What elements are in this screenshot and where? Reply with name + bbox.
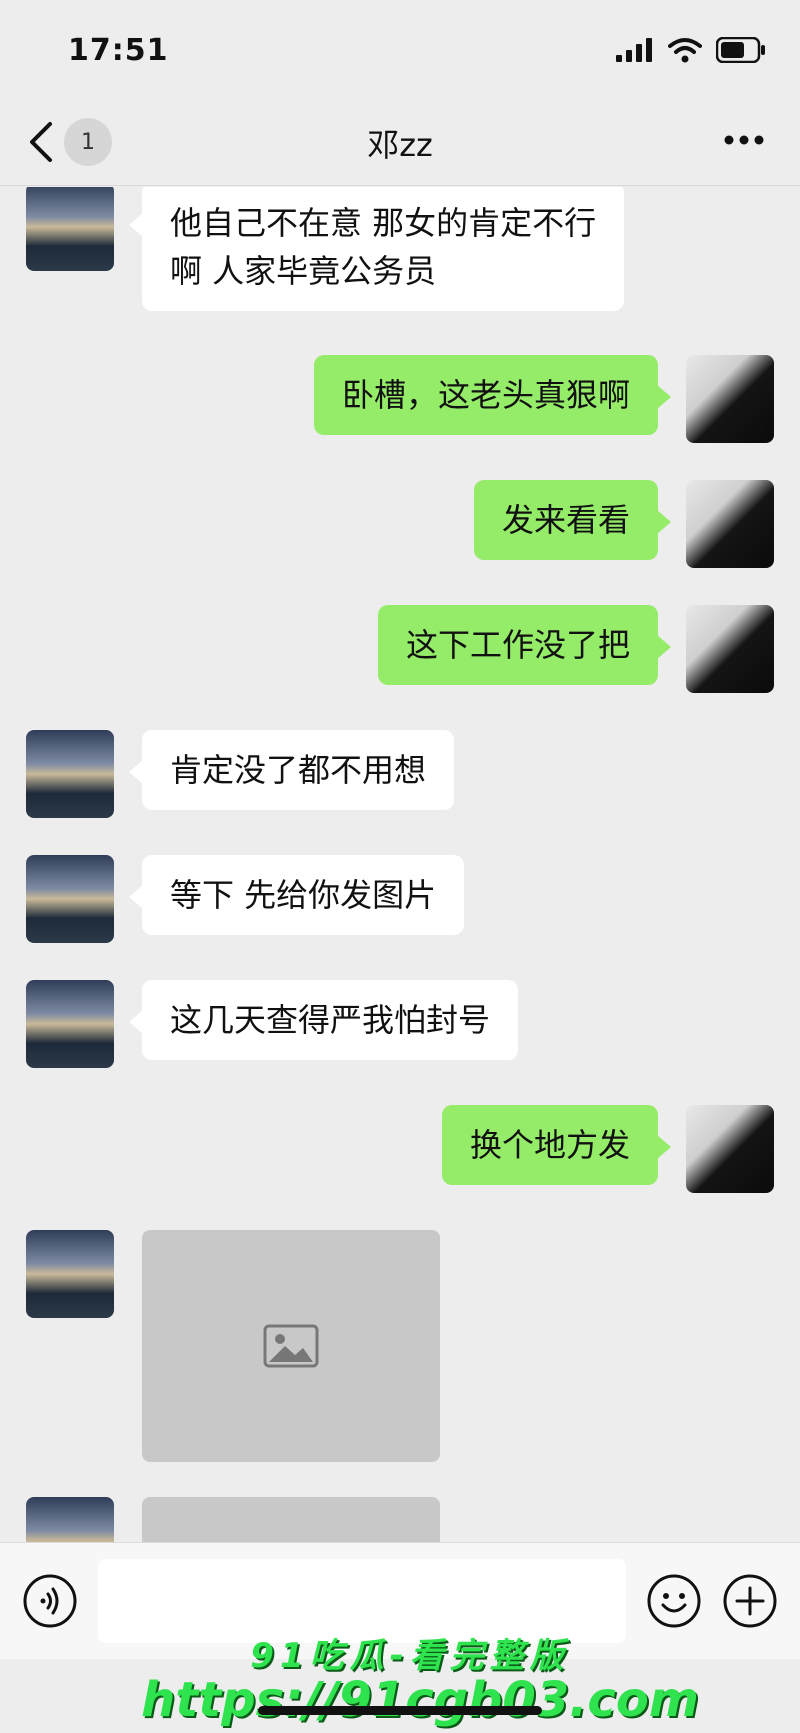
watermark-line-1: 91吃瓜-看完整版 [250,1636,570,1676]
home-indicator [258,1706,542,1715]
message-list[interactable]: 他自己不在意 那女的肯定不行 啊 人家毕竟公务员 卧槽，这老头真狠啊 发来看看 … [0,187,800,1542]
message-item: 卧槽，这老头真狠啊 [313,355,774,443]
contact-avatar[interactable] [26,1497,114,1542]
contact-avatar[interactable] [26,187,114,271]
message-bubble[interactable]: 换个地方发 [441,1105,672,1185]
message-item: 这下工作没了把 [377,605,774,693]
chat-header: 1 邓zz [0,100,800,186]
chevron-left-icon [30,122,52,162]
contact-avatar[interactable] [26,980,114,1068]
self-avatar[interactable] [686,1105,774,1193]
status-icons [616,37,766,63]
message-bubble[interactable]: 卧槽，这老头真狠啊 [313,355,672,435]
self-avatar[interactable] [686,355,774,443]
message-item: 换个地方发 [441,1105,774,1193]
message-bubble[interactable]: 肯定没了都不用想 [128,730,455,810]
message-item: 肯定没了都不用想 [26,730,455,818]
voice-icon [23,1574,77,1628]
battery-icon [716,37,765,63]
chat-title: 邓zz [367,125,433,164]
plus-circle-icon [723,1574,777,1628]
image-icon [263,1324,319,1368]
message-bubble[interactable]: 这下工作没了把 [377,605,672,685]
voice-input-button[interactable] [22,1573,78,1629]
message-item [26,1497,440,1542]
image-message-placeholder[interactable] [142,1230,440,1462]
more-options-button[interactable] [724,130,764,149]
back-button[interactable]: 1 [28,118,112,166]
message-item [26,1230,440,1462]
message-bubble[interactable]: 他自己不在意 那女的肯定不行 啊 人家毕竟公务员 [128,187,625,311]
watermark-line-2: https://91cgb03.com [141,1672,699,1728]
status-time: 17:51 [68,32,169,68]
contact-avatar[interactable] [26,855,114,943]
self-avatar[interactable] [686,605,774,693]
self-avatar[interactable] [686,480,774,568]
contact-avatar[interactable] [26,1230,114,1318]
message-bubble[interactable]: 这几天查得严我怕封号 [128,980,519,1060]
contact-avatar[interactable] [26,730,114,818]
wifi-icon [668,38,702,63]
message-item: 他自己不在意 那女的肯定不行 啊 人家毕竟公务员 [26,187,625,311]
emoji-button[interactable] [646,1573,702,1629]
message-bubble[interactable]: 等下 先给你发图片 [128,855,465,935]
image-message-placeholder[interactable] [142,1497,440,1542]
more-dots-icon [724,135,764,145]
unread-count-badge: 1 [64,118,112,166]
message-item: 发来看看 [473,480,774,568]
message-item: 等下 先给你发图片 [26,855,465,943]
message-item: 这几天查得严我怕封号 [26,980,519,1068]
cellular-signal-icon [616,38,652,62]
emoji-icon [647,1574,701,1628]
status-bar: 17:51 [0,0,800,100]
message-bubble[interactable]: 发来看看 [473,480,672,560]
add-attachment-button[interactable] [722,1573,778,1629]
